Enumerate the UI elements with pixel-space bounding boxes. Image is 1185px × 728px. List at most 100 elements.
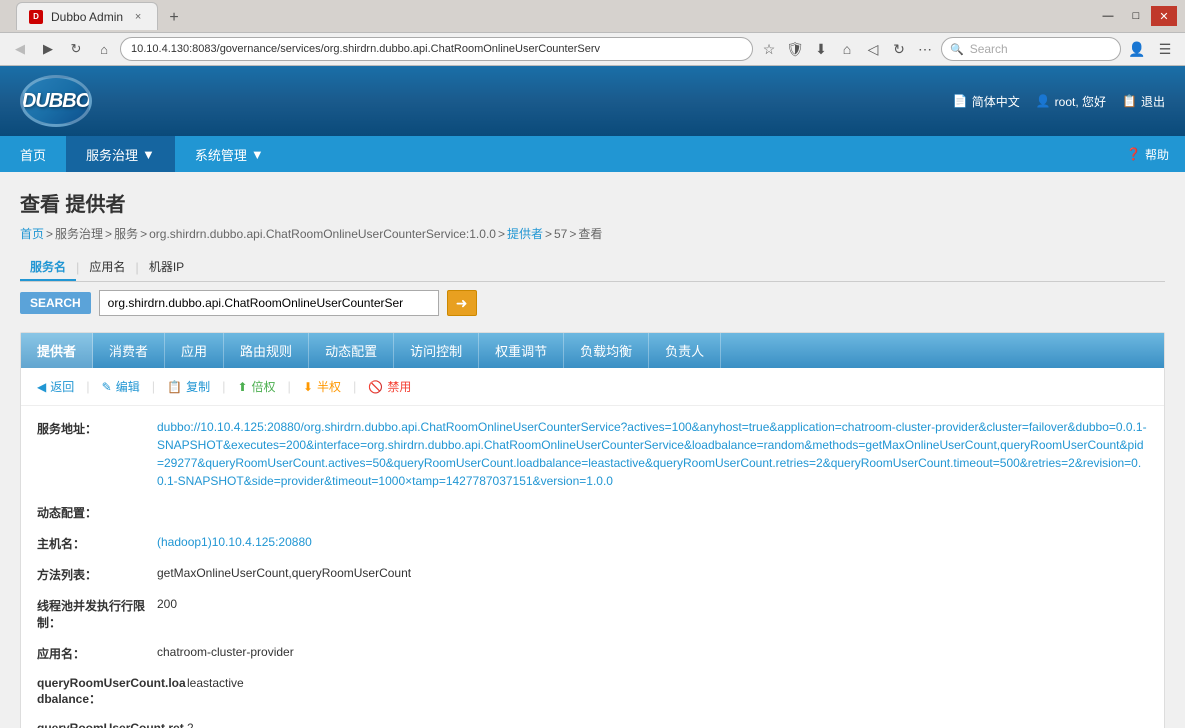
app-container: DUBBO 📄 简体中文 👤 root, 您好 📋 退出 首页 服务治理 ▼ bbox=[0, 66, 1185, 728]
back-button[interactable]: ◀ bbox=[8, 37, 32, 61]
app-name-row: 应用名： chatroom-cluster-provider bbox=[37, 643, 1148, 662]
home2-icon[interactable]: ⌂ bbox=[835, 37, 859, 61]
disable-action[interactable]: 🚫 禁用 bbox=[368, 378, 411, 395]
panel-tab-owner[interactable]: 负责人 bbox=[649, 333, 721, 368]
panel-tab-consumer[interactable]: 消费者 bbox=[93, 333, 165, 368]
logo: DUBBO bbox=[20, 75, 92, 127]
search-bar[interactable]: 🔍 Search bbox=[941, 37, 1121, 61]
logout-link[interactable]: 📋 退出 bbox=[1122, 93, 1165, 110]
copy-action[interactable]: 📋 复制 bbox=[167, 378, 210, 395]
shield-icon[interactable]: 🛡 bbox=[783, 37, 807, 61]
back-label: 返回 bbox=[50, 378, 74, 395]
edit-action[interactable]: ✎ 编辑 bbox=[102, 378, 140, 395]
breadcrumb-id: 57 bbox=[554, 227, 567, 241]
panel-tab-dynamic[interactable]: 动态配置 bbox=[309, 333, 394, 368]
home-button[interactable]: ⌂ bbox=[92, 37, 116, 61]
half-weight-action[interactable]: ⬇ 半权 bbox=[303, 378, 341, 395]
thread-pool-row: 线程池并发执行行限制： 200 bbox=[37, 595, 1148, 631]
half-weight-icon: ⬇ bbox=[303, 380, 313, 394]
back2-icon[interactable]: ◁ bbox=[861, 37, 885, 61]
double-weight-action[interactable]: ⬆ 倍权 bbox=[237, 378, 275, 395]
copy-icon: 📋 bbox=[167, 380, 182, 394]
tab-close-button[interactable]: × bbox=[131, 10, 145, 24]
user-info[interactable]: 👤 root, 您好 bbox=[1036, 93, 1106, 110]
maximize-button[interactable]: □ bbox=[1123, 6, 1149, 26]
new-tab-button[interactable]: + bbox=[162, 6, 186, 30]
user-label: root, 您好 bbox=[1055, 93, 1106, 110]
user-icon[interactable]: 👤 bbox=[1125, 37, 1149, 61]
active-tab[interactable]: D Dubbo Admin × bbox=[16, 2, 158, 30]
double-weight-icon: ⬆ bbox=[237, 380, 247, 394]
search-tab-ip[interactable]: 机器IP bbox=[139, 254, 194, 281]
lang-switcher[interactable]: 📄 简体中文 bbox=[953, 93, 1020, 110]
address-bar[interactable]: 10.10.4.130:8083/governance/services/org… bbox=[120, 37, 753, 61]
breadcrumb-governance: 服务治理 bbox=[55, 225, 103, 242]
breadcrumb-home[interactable]: 首页 bbox=[20, 225, 44, 242]
edit-label: 编辑 bbox=[116, 378, 140, 395]
search-input[interactable] bbox=[99, 290, 439, 316]
panel-tab-app[interactable]: 应用 bbox=[165, 333, 224, 368]
search-label: SEARCH bbox=[20, 292, 91, 314]
close-button[interactable]: ✕ bbox=[1151, 6, 1177, 26]
search-go-icon: ➜ bbox=[456, 295, 468, 312]
panel-tab-route[interactable]: 路由规则 bbox=[224, 333, 309, 368]
breadcrumb-provider[interactable]: 提供者 bbox=[507, 225, 543, 242]
service-address-row: 服务地址： dubbo://10.10.4.125:20880/org.shir… bbox=[37, 418, 1148, 490]
disable-icon: 🚫 bbox=[368, 380, 383, 394]
logo-text: DUBBO bbox=[22, 90, 90, 113]
hostname-link[interactable]: (hadoop1)10.10.4.125:20880 bbox=[157, 535, 312, 549]
panel-tab-access[interactable]: 访问控制 bbox=[394, 333, 479, 368]
thread-pool-value: 200 bbox=[157, 595, 1148, 613]
panel-tab-row: 提供者 消费者 应用 路由规则 动态配置 访问控制 权重调节 负载均衡 负责人 bbox=[21, 333, 1164, 368]
breadcrumb-sep-5: > bbox=[545, 227, 552, 241]
reload-button[interactable]: ↻ bbox=[64, 37, 88, 61]
nav-item-system[interactable]: 系统管理 ▼ bbox=[175, 136, 284, 172]
refresh-icon[interactable]: ↻ bbox=[887, 37, 911, 61]
forward-button[interactable]: ▶ bbox=[36, 37, 60, 61]
half-weight-label: 半权 bbox=[317, 378, 341, 395]
nav-governance-arrow: ▼ bbox=[142, 147, 155, 162]
panel-tab-weight[interactable]: 权重调节 bbox=[479, 333, 564, 368]
nav-item-governance[interactable]: 服务治理 ▼ bbox=[66, 136, 175, 172]
menu-icon[interactable]: ☰ bbox=[1153, 37, 1177, 61]
panel-tab-provider[interactable]: 提供者 bbox=[21, 333, 93, 368]
search-tab-service[interactable]: 服务名 bbox=[20, 254, 76, 281]
search-go-button[interactable]: ➜ bbox=[447, 290, 477, 316]
detail-section: 服务地址： dubbo://10.10.4.125:20880/org.shir… bbox=[21, 406, 1164, 728]
logout-icon: 📋 bbox=[1122, 94, 1137, 108]
breadcrumb-sep-2: > bbox=[105, 227, 112, 241]
window-controls: — □ ✕ bbox=[1095, 6, 1177, 26]
service-address-label: 服务地址： bbox=[37, 418, 157, 437]
search-tabs: 服务名 | 应用名 | 机器IP bbox=[20, 254, 1165, 282]
service-address-link[interactable]: dubbo://10.10.4.125:20880/org.shirdrn.du… bbox=[157, 420, 1147, 488]
service-address-value: dubbo://10.10.4.125:20880/org.shirdrn.du… bbox=[157, 418, 1148, 490]
help-label: 帮助 bbox=[1145, 146, 1169, 163]
edit-icon: ✎ bbox=[102, 380, 112, 394]
bookmark-icon[interactable]: ☆ bbox=[757, 37, 781, 61]
search-icon: 🔍 bbox=[950, 43, 964, 56]
user-icon: 👤 bbox=[1036, 94, 1051, 108]
minimize-button[interactable]: — bbox=[1095, 6, 1121, 26]
hostname-row: 主机名： (hadoop1)10.10.4.125:20880 bbox=[37, 533, 1148, 552]
panel-tab-loadbalance[interactable]: 负载均衡 bbox=[564, 333, 649, 368]
dynamic-config-row: 动态配置： bbox=[37, 502, 1148, 521]
breadcrumb-service-name: org.shirdrn.dubbo.api.ChatRoomOnlineUser… bbox=[149, 227, 496, 241]
nav-governance-label: 服务治理 bbox=[86, 145, 138, 164]
search-tab-app[interactable]: 应用名 bbox=[79, 254, 135, 281]
lang-icon: 📄 bbox=[953, 94, 968, 108]
more-icon[interactable]: ⋯ bbox=[913, 37, 937, 61]
hostname-label: 主机名： bbox=[37, 533, 157, 552]
help-icon: ❓ bbox=[1126, 147, 1141, 161]
nav-system-label: 系统管理 bbox=[195, 145, 247, 164]
back-icon: ◀ bbox=[37, 380, 46, 394]
download-icon[interactable]: ⬇ bbox=[809, 37, 833, 61]
back-action[interactable]: ◀ 返回 bbox=[37, 378, 74, 395]
action-bar: ◀ 返回 | ✎ 编辑 | 📋 复制 | ⬆ 倍权 | bbox=[21, 368, 1164, 406]
query-retries-value: 2 bbox=[187, 719, 1148, 728]
breadcrumb-sep-4: > bbox=[498, 227, 505, 241]
query-loadbalance-row: queryRoomUserCount.loadbalance： leastact… bbox=[37, 674, 1148, 707]
disable-label: 禁用 bbox=[387, 378, 411, 395]
nav-item-home[interactable]: 首页 bbox=[0, 136, 66, 172]
help-button[interactable]: ❓ 帮助 bbox=[1110, 136, 1185, 172]
page-title: 查看 提供者 bbox=[20, 188, 1165, 217]
